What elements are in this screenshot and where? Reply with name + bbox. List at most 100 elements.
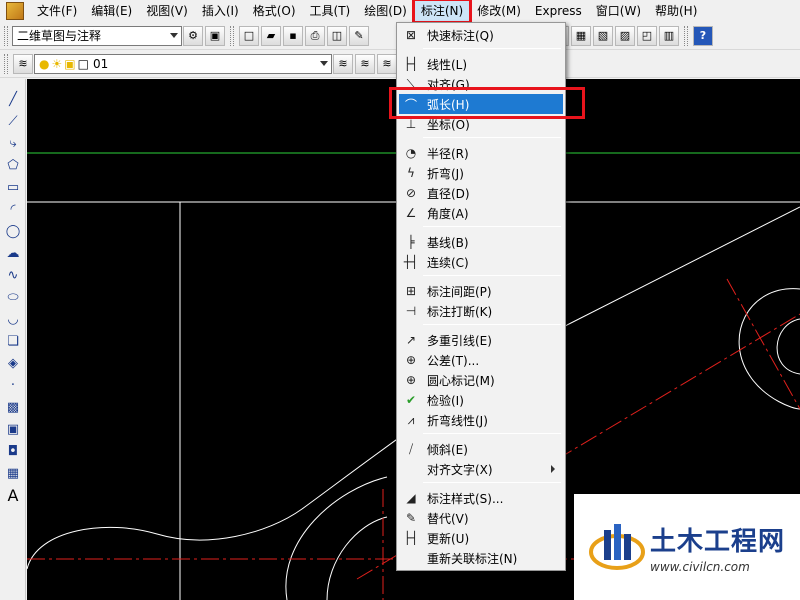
menu-item-center-mark[interactable]: ⊕ 圆心标记(M)	[399, 370, 563, 390]
publish-icon[interactable]: ✎	[349, 25, 369, 46]
print-icon[interactable]: ⎙	[305, 25, 325, 46]
menu-item-dimension-style[interactable]: ◢ 标注样式(S)...	[399, 488, 563, 508]
tool-palette-icon[interactable]: ▧	[593, 25, 613, 46]
drawing-line	[566, 206, 800, 326]
layer-select[interactable]: ● ☀ ▣ □ 01	[34, 53, 332, 74]
line-icon[interactable]: ╱	[3, 89, 23, 109]
watermark: 土木工程网 www.civilcn.com	[574, 494, 800, 600]
menu-draw[interactable]: 绘图(D)	[357, 0, 414, 22]
table-icon[interactable]: ▦	[3, 463, 23, 483]
arc-length-icon: ⌒	[404, 97, 417, 112]
menu-item-ordinate[interactable]: ⊥ 坐标(O)	[399, 114, 563, 134]
ellipse-arc-icon[interactable]: ◡	[3, 309, 23, 329]
menu-item-radius[interactable]: ◔ 半径(R)	[399, 143, 563, 163]
menu-item-multileader[interactable]: ↗ 多重引线(E)	[399, 330, 563, 350]
workspace-settings-icon[interactable]: ⚙	[183, 25, 203, 46]
baseline-dimension-icon: ╞	[407, 235, 415, 249]
menu-item-oblique[interactable]: ⧸ 倾斜(E)	[399, 439, 563, 459]
chevron-down-icon	[320, 60, 328, 66]
linear-dimension-icon: ├┤	[403, 57, 419, 71]
menu-file[interactable]: 文件(F)	[30, 0, 84, 22]
menu-insert[interactable]: 插入(I)	[195, 0, 246, 22]
workspace-save-icon[interactable]: ▣	[205, 25, 225, 46]
help-icon[interactable]: ?	[693, 25, 713, 46]
sheet-set-icon[interactable]: ▨	[615, 25, 635, 46]
menu-express[interactable]: Express	[528, 0, 589, 22]
circle-icon[interactable]: ◯	[3, 221, 23, 241]
toolbar-grip[interactable]	[684, 25, 688, 46]
layer-manager-icon[interactable]: ≋	[13, 53, 33, 74]
menu-item-angular[interactable]: ∠ 角度(A)	[399, 203, 563, 223]
menu-bar: 文件(F) 编辑(E) 视图(V) 插入(I) 格式(O) 工具(T) 绘图(D…	[0, 0, 800, 24]
markup-icon[interactable]: ◰	[637, 25, 657, 46]
watermark-url: www.civilcn.com	[650, 559, 750, 574]
menu-item-arc-length[interactable]: ⌒ 弧长(H)	[399, 94, 563, 114]
hatch-icon[interactable]: ▩	[3, 397, 23, 417]
civilcn-logo	[589, 524, 645, 570]
menu-help[interactable]: 帮助(H)	[648, 0, 704, 22]
dimension-style-icon: ◢	[406, 491, 416, 505]
menu-item-align-text[interactable]: 对齐文字(X)	[399, 459, 563, 479]
menu-item-override[interactable]: ✎ 替代(V)	[399, 508, 563, 528]
centerline	[726, 278, 800, 410]
menu-item-reassociate[interactable]: 重新关联标注(N)	[399, 548, 563, 568]
menu-separator	[423, 433, 561, 434]
menu-item-jogged-linear[interactable]: ⩘ 折弯线性(J)	[399, 410, 563, 430]
polygon-icon[interactable]: ⬠	[3, 155, 23, 175]
menu-tools[interactable]: 工具(T)	[303, 0, 358, 22]
toolbar-grip[interactable]	[230, 25, 234, 46]
menu-item-dimension-space[interactable]: ⊞ 标注间距(P)	[399, 281, 563, 301]
point-icon[interactable]: ·	[3, 375, 23, 395]
print-preview-icon[interactable]: ◫	[327, 25, 347, 46]
menu-format[interactable]: 格式(O)	[246, 0, 303, 22]
make-current-layer-icon[interactable]: ≋	[333, 53, 353, 74]
multiline-text-icon[interactable]: A	[3, 485, 23, 505]
polyline-icon[interactable]: ⤷	[3, 133, 23, 153]
menu-item-tolerance[interactable]: ⊕ 公差(T)...	[399, 350, 563, 370]
revision-cloud-icon[interactable]: ☁	[3, 243, 23, 263]
open-folder-icon[interactable]: ▰	[261, 25, 281, 46]
menu-dimension[interactable]: 标注(N)	[411, 0, 473, 24]
menu-item-jogged[interactable]: ϟ 折弯(J)	[399, 163, 563, 183]
menu-edit[interactable]: 编辑(E)	[84, 0, 139, 22]
layer-previous-icon[interactable]: ≋	[355, 53, 375, 74]
make-block-icon[interactable]: ◈	[3, 353, 23, 373]
ellipse-icon[interactable]: ⬭	[3, 287, 23, 307]
gradient-icon[interactable]: ▣	[3, 419, 23, 439]
arc-icon[interactable]: ◜	[3, 199, 23, 219]
save-icon[interactable]: ▪	[283, 25, 303, 46]
menu-item-dimension-break[interactable]: ⊣ 标注打断(K)	[399, 301, 563, 321]
menu-item-quick-dimension[interactable]: ⊠ 快速标注(Q)	[399, 25, 563, 45]
calculator-icon[interactable]: ▥	[659, 25, 679, 46]
menu-item-aligned[interactable]: ⟍ 对齐(G)	[399, 74, 563, 94]
menu-item-baseline[interactable]: ╞ 基线(B)	[399, 232, 563, 252]
menu-window[interactable]: 窗口(W)	[589, 0, 648, 22]
layer-color-icon: □	[77, 56, 89, 71]
jogged-dimension-icon: ϟ	[407, 166, 415, 180]
menu-separator	[423, 275, 561, 276]
region-icon[interactable]: ◘	[3, 441, 23, 461]
spline-icon[interactable]: ∿	[3, 265, 23, 285]
new-file-icon[interactable]: □	[239, 25, 259, 46]
app-icon[interactable]	[6, 2, 24, 20]
menu-separator	[423, 482, 561, 483]
menu-modify[interactable]: 修改(M)	[470, 0, 528, 22]
menu-item-continue[interactable]: ┼┤ 连续(C)	[399, 252, 563, 272]
insert-block-icon[interactable]: ❏	[3, 331, 23, 351]
menu-item-diameter[interactable]: ⊘ 直径(D)	[399, 183, 563, 203]
toolbar-grip[interactable]	[4, 25, 8, 46]
slot-inner-arc	[776, 318, 800, 375]
toolbar-grip[interactable]	[4, 53, 8, 74]
menu-view[interactable]: 视图(V)	[139, 0, 195, 22]
construction-line-icon[interactable]: ⟋	[3, 111, 23, 131]
properties-icon[interactable]: ▦	[571, 25, 591, 46]
workspace-select[interactable]: 二维草图与注释	[12, 25, 182, 46]
watermark-name: 土木工程网	[650, 526, 786, 557]
menu-item-inspection[interactable]: ✔ 检验(I)	[399, 390, 563, 410]
menu-item-linear[interactable]: ├┤ 线性(L)	[399, 54, 563, 74]
layer-value: 01	[92, 56, 109, 71]
menu-item-update[interactable]: ├┤ 更新(U)	[399, 528, 563, 548]
layer-state-icon[interactable]: ≋	[377, 53, 397, 74]
rectangle-icon[interactable]: ▭	[3, 177, 23, 197]
multileader-icon: ↗	[405, 333, 417, 347]
